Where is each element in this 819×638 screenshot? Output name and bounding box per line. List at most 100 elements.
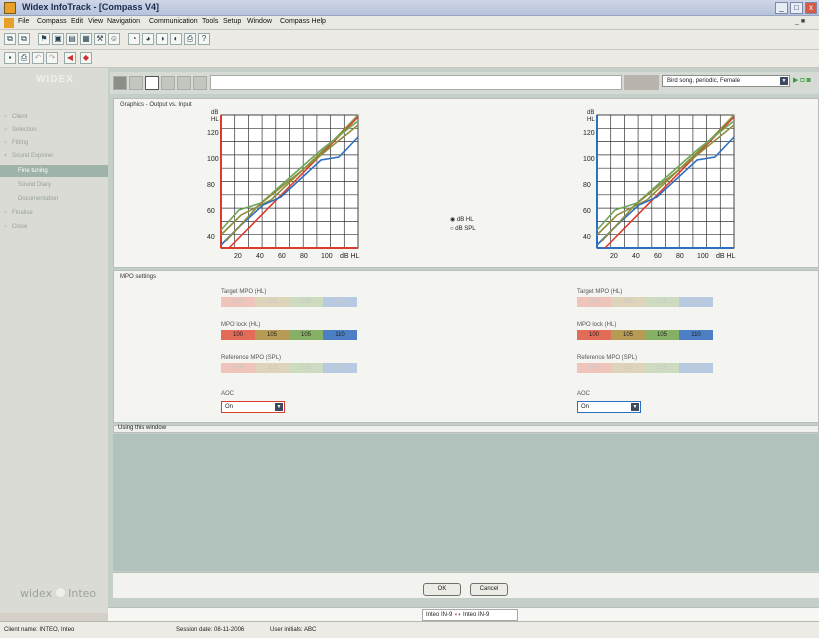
sidebar-item-label: Documentation: [18, 196, 59, 202]
status-client: Client name: INTEO, Inteo: [4, 627, 75, 633]
sidebar-item-finalise[interactable]: » Finalise: [0, 207, 108, 219]
sidebar-item-sound-diary[interactable]: Sound Diary: [0, 179, 108, 191]
left-target-mpo-cell: 100: [221, 297, 255, 307]
preset-select-value: Bird song, periodic, Female: [667, 78, 741, 84]
right-mpo-lock-cell[interactable]: 100: [577, 330, 611, 340]
device-status-bar: Inteo IN-9 ◖◗ Inteo IN-9: [108, 607, 819, 621]
audiogram-icon[interactable]: ▣: [52, 33, 64, 45]
sidebar-item-fine-tuning[interactable]: Fine tuning: [0, 165, 108, 177]
close-button[interactable]: x: [805, 2, 817, 14]
right-mpo-lock-cell[interactable]: 110: [679, 330, 713, 340]
help-icon[interactable]: ?: [198, 33, 210, 45]
chevron-down-icon: ▼: [275, 403, 283, 411]
right-reference-mpo-cell: 122: [679, 363, 713, 373]
undo-icon[interactable]: ↶: [32, 52, 44, 64]
play-controls[interactable]: ▶ ◘ ◙: [793, 76, 811, 84]
right-target-mpo-cell: 100: [577, 297, 611, 307]
mpo-right: Target MPO (HL) 100 105 105 110 MPO lock (HL)…: [577, 285, 727, 420]
right-target-mpo-label: Target MPO (HL): [577, 289, 623, 295]
sidebar-item-fitting[interactable]: » Fitting: [0, 137, 108, 149]
widex-inteo-logo: widex Inteo: [20, 587, 96, 600]
menu-file[interactable]: File: [18, 18, 29, 25]
preset-select[interactable]: Bird song, periodic, Female ▼: [662, 75, 790, 87]
mdi-controls[interactable]: _ ■: [795, 18, 805, 25]
maximize-button[interactable]: □: [790, 2, 803, 14]
menu-tools[interactable]: Tools: [202, 18, 218, 25]
tool-button-6[interactable]: [193, 76, 207, 90]
left-ytick: 60: [207, 208, 215, 215]
hi-left-icon[interactable]: ◔: [128, 33, 140, 45]
tool-button-2[interactable]: [129, 76, 143, 90]
toolbar-secondary: ▪ ⎙ ↶ ↷ ◀ ◆: [0, 50, 819, 68]
left-mpo-lock-cell[interactable]: 105: [289, 330, 323, 340]
sidebar-item-client[interactable]: » Client: [0, 111, 108, 123]
right-aoc-select[interactable]: On ▼: [577, 401, 641, 413]
hi-both-icon[interactable]: ◑: [156, 33, 168, 45]
right-target-mpo-cell: 105: [611, 297, 645, 307]
using-window-bar[interactable]: Using this window: [113, 425, 819, 433]
ok-button[interactable]: OK: [423, 583, 461, 596]
menu-setup[interactable]: Setup: [223, 18, 241, 25]
menu-compass-help[interactable]: Compass Help: [280, 18, 326, 25]
status-session: Session date: 08-11-2006: [176, 627, 245, 633]
graph-icon[interactable]: ▤: [66, 33, 78, 45]
right-xtick: 20: [610, 253, 618, 260]
right-mpo-lock-cell[interactable]: 105: [645, 330, 679, 340]
left-mpo-lock-cell[interactable]: 110: [323, 330, 357, 340]
copy-icon[interactable]: ⧉: [4, 33, 16, 45]
sidebar-item-label: Close: [12, 224, 28, 230]
chevron-down-icon: ▼: [780, 77, 788, 85]
print-small-icon[interactable]: ⎙: [18, 52, 30, 64]
menu-compass[interactable]: Compass: [37, 18, 67, 25]
sidebar-item-selection[interactable]: » Selection: [0, 124, 108, 136]
doc-icon: [4, 18, 14, 28]
info-field: [210, 75, 622, 90]
program-icon[interactable]: ◐: [170, 33, 182, 45]
speaker-both-icon[interactable]: ◆: [80, 52, 92, 64]
minimize-button[interactable]: _: [775, 2, 788, 14]
left-reference-mpo-cell: 113: [255, 363, 289, 373]
client-icon[interactable]: ⚑: [38, 33, 50, 45]
menu-view[interactable]: View: [88, 18, 103, 25]
sidebar-item-label: Client: [12, 114, 28, 120]
tool-button-4[interactable]: [161, 76, 175, 90]
sidebar-item-sound-explorer[interactable]: ▾ Sound Explorer: [0, 150, 108, 162]
person-icon[interactable]: ☺: [108, 33, 120, 45]
left-xtick: 100: [321, 253, 333, 260]
right-ytick: 60: [583, 208, 591, 215]
speaker-icon[interactable]: [113, 76, 127, 90]
tool-block: [624, 75, 659, 90]
right-xtick: dB HL: [716, 253, 736, 260]
menu-edit[interactable]: Edit: [71, 18, 83, 25]
left-aoc-select[interactable]: On ▼: [221, 401, 285, 413]
title-bar: Widex InfoTrack - [Compass V4] _ □ x: [0, 0, 819, 16]
left-target-mpo-cell: 105: [289, 297, 323, 307]
menu-navigation[interactable]: Navigation: [107, 18, 140, 25]
cancel-button[interactable]: Cancel: [470, 583, 508, 596]
redo-icon[interactable]: ↷: [46, 52, 58, 64]
left-mpo-lock-cell[interactable]: 105: [255, 330, 289, 340]
sidebar-item-label: Sound Diary: [18, 182, 52, 188]
paste-icon[interactable]: ⧉: [18, 33, 30, 45]
wrench-icon[interactable]: ⚒: [94, 33, 106, 45]
right-xtick: 100: [697, 253, 709, 260]
device-right: Inteo IN-9: [462, 612, 490, 618]
widex-logo: WIDEX: [36, 74, 74, 85]
right-mpo-lock-cell[interactable]: 105: [611, 330, 645, 340]
session-icon[interactable]: ▦: [80, 33, 92, 45]
print-icon[interactable]: ⎙: [184, 33, 196, 45]
speaker-left-icon[interactable]: ◀: [64, 52, 76, 64]
menu-window[interactable]: Window: [247, 18, 272, 25]
right-xtick: 60: [654, 253, 662, 260]
save-icon[interactable]: ▪: [4, 52, 16, 64]
left-mpo-lock-cell[interactable]: 100: [221, 330, 255, 340]
sidebar-item-close[interactable]: » Close: [0, 221, 108, 233]
menu-communication[interactable]: Communication: [149, 18, 198, 25]
hi-right-icon[interactable]: ◕: [142, 33, 154, 45]
mpo-icon[interactable]: [145, 76, 159, 90]
graphs-svg: 120100806040dBHL20 40 60 80 100 dB HL12010080…: [207, 110, 736, 260]
left-xtick: dB HL: [340, 253, 360, 260]
sidebar-item-documentation[interactable]: Documentation: [0, 193, 108, 205]
tool-button-5[interactable]: [177, 76, 191, 90]
help-area: [113, 434, 819, 571]
